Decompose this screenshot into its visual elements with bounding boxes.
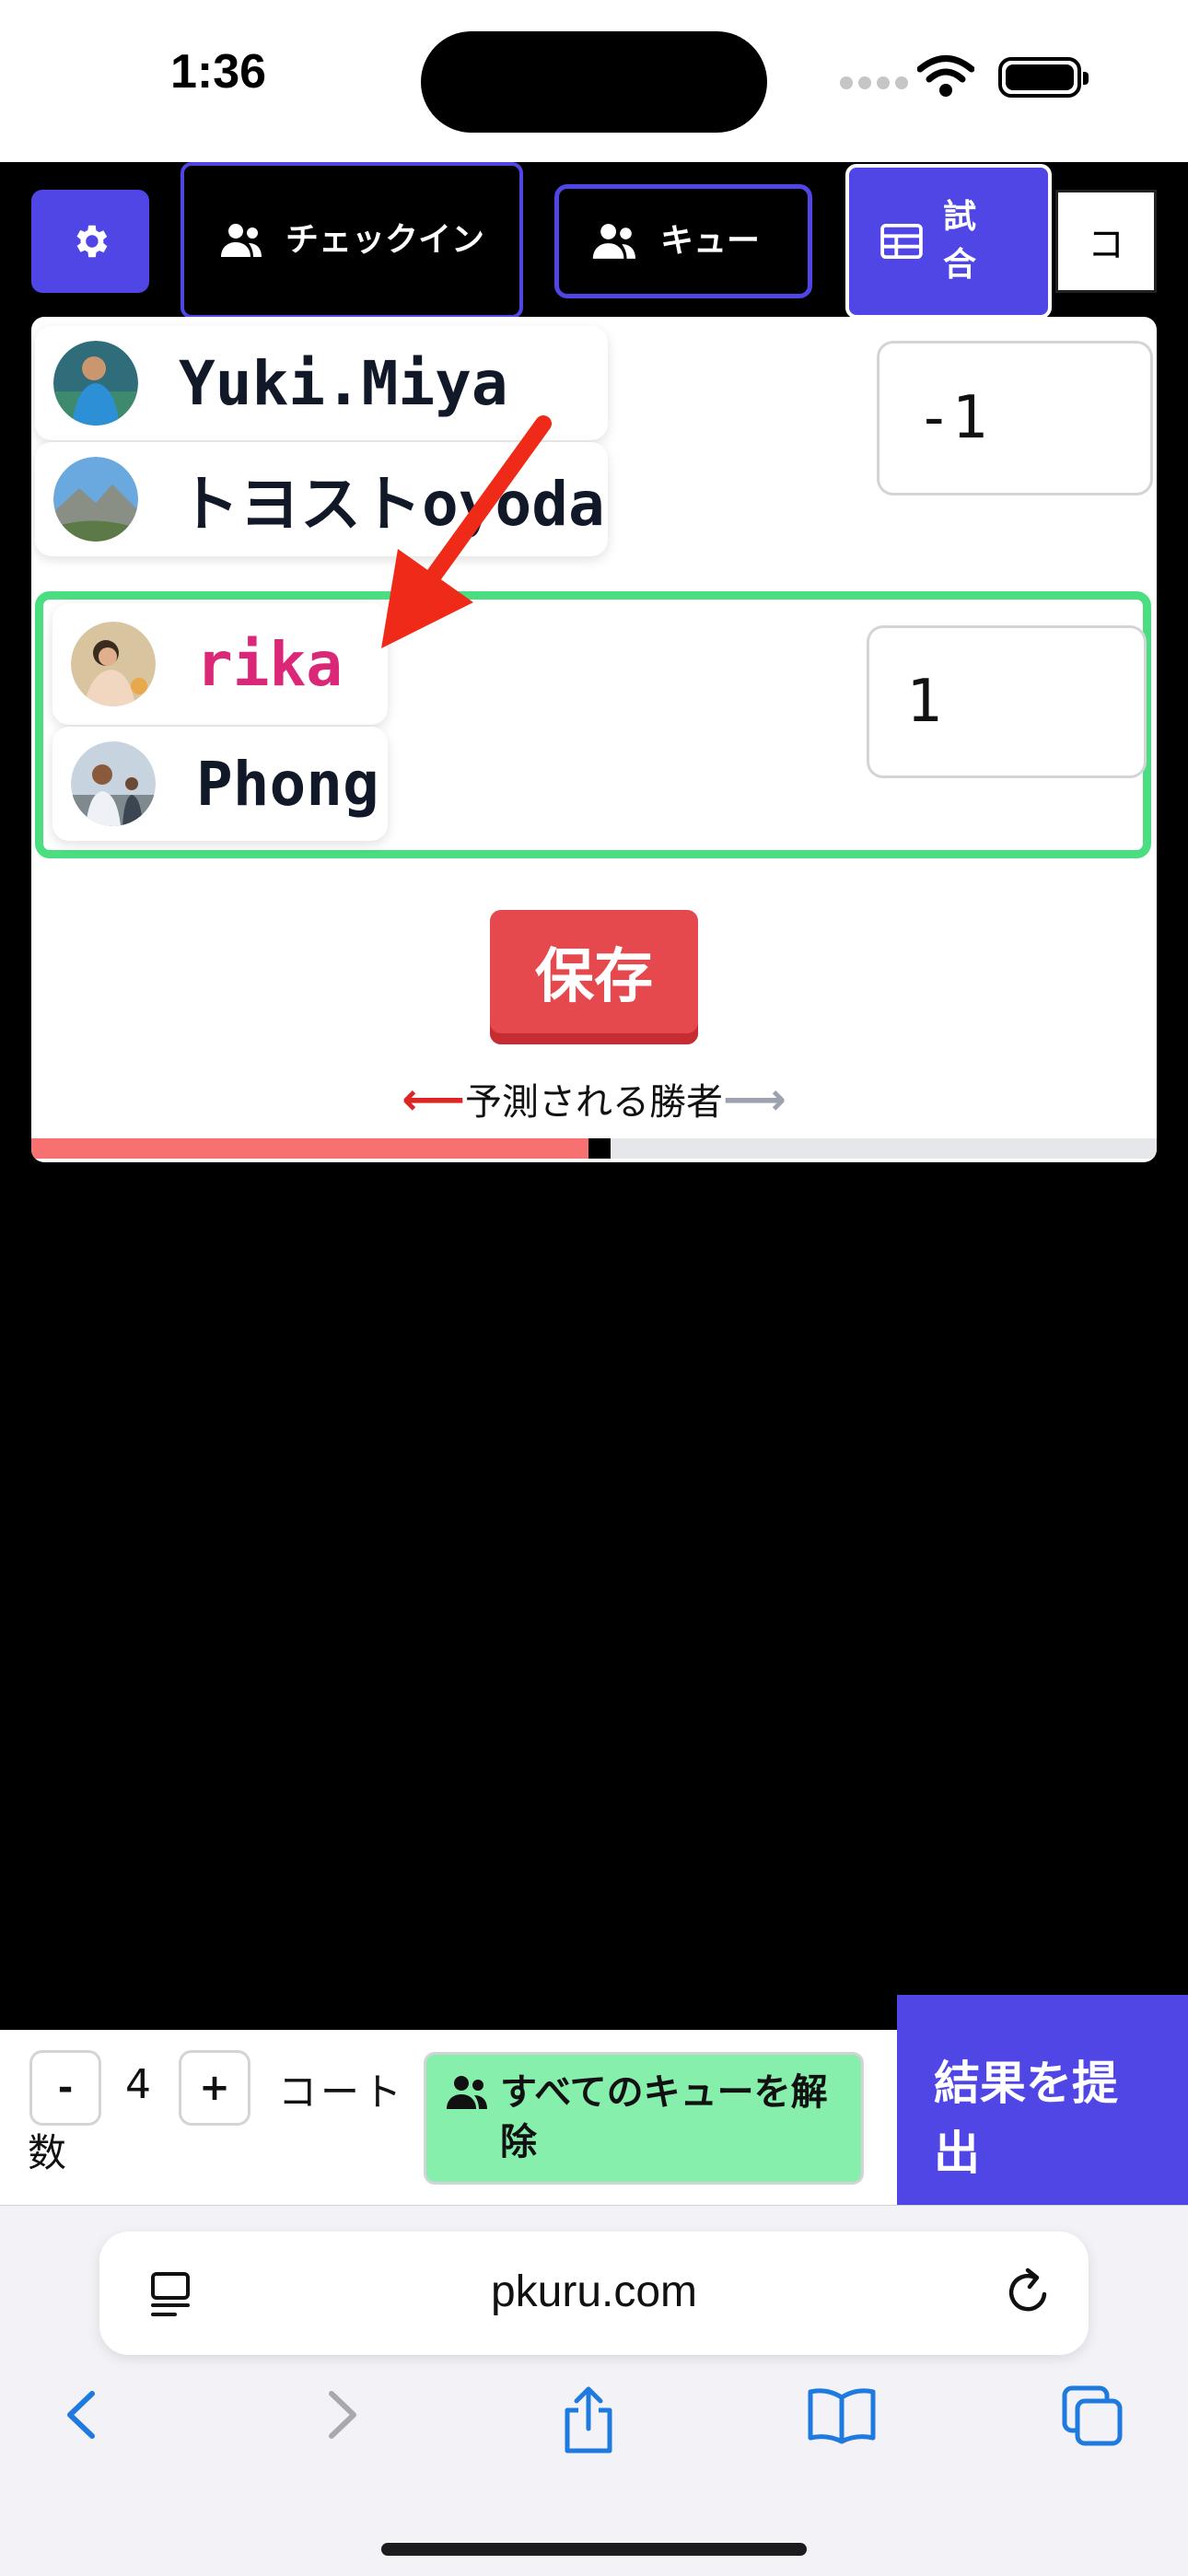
clear-all-queues-button[interactable]: すべてのキューを解除 — [424, 2052, 864, 2185]
annotation-arrow-icon — [381, 415, 552, 648]
team2-highlight: rika Phong 1 — [35, 591, 1151, 858]
predicted-winner: ⟵予測される勝者⟶ — [31, 1072, 1157, 1125]
match-card: Yuki.Miya トヨストoyoda -1 rika Phong 1 保存 ⟵… — [31, 317, 1157, 1162]
wifi-icon — [916, 53, 975, 101]
court-tab[interactable]: コ — [1055, 190, 1157, 293]
player-name: Phong — [196, 748, 379, 820]
clear-all-queues-label: すべてのキューを解除 — [500, 2071, 828, 2163]
checkin-tab[interactable]: チェックイン — [181, 162, 523, 319]
url-text: pkuru.com — [490, 2267, 698, 2316]
bookmarks-icon[interactable] — [805, 2383, 879, 2447]
checkin-label: チェックイン — [285, 221, 485, 259]
player-name: rika — [196, 628, 343, 700]
team2-score-input[interactable]: 1 — [867, 625, 1147, 778]
forward-icon[interactable] — [313, 2383, 368, 2447]
table-icon — [880, 224, 923, 259]
player-chip[interactable]: Phong — [52, 727, 388, 841]
left-arrow-icon: ⟵ — [402, 1074, 465, 1125]
queue-label: キュー — [660, 222, 761, 260]
address-bar[interactable]: pkuru.com — [99, 2232, 1089, 2355]
court-increment-button[interactable]: + — [179, 2050, 250, 2126]
home-indicator — [381, 2543, 807, 2556]
share-icon[interactable] — [556, 2383, 621, 2456]
court-count-value: 4 — [125, 2061, 151, 2108]
submit-results-button[interactable]: 結果を提出 — [897, 1995, 1188, 2205]
court-count-label-suffix: 数 — [28, 2130, 67, 2175]
save-button[interactable]: 保存 — [490, 910, 698, 1044]
player-avatar — [53, 341, 138, 425]
player-avatar — [71, 622, 156, 706]
court-count-label: コート — [278, 2069, 406, 2115]
gear-icon — [76, 225, 108, 258]
queue-tab[interactable]: キュー — [554, 184, 812, 298]
win-probability-bar — [31, 1138, 1157, 1159]
predicted-winner-label: 予測される勝者 — [465, 1081, 723, 1124]
player-avatar — [71, 741, 156, 826]
users-icon — [221, 224, 262, 257]
court-controls-bar: - 4 + コート 数 すべてのキューを解除 — [0, 2030, 897, 2205]
win-probability-fill — [31, 1138, 594, 1159]
right-arrow-icon: ⟶ — [723, 1074, 786, 1125]
status-time: 1:36 — [170, 45, 267, 99]
users-icon — [447, 2076, 487, 2109]
cellular-signal-icon — [840, 76, 914, 93]
player-chip[interactable]: rika — [52, 603, 388, 725]
match-tab[interactable]: 試合 — [845, 164, 1052, 319]
team1-score-input[interactable]: -1 — [877, 341, 1153, 495]
battery-icon — [998, 57, 1089, 98]
back-icon[interactable] — [55, 2383, 111, 2447]
settings-button[interactable] — [31, 190, 149, 293]
reload-icon[interactable] — [1002, 2267, 1054, 2318]
win-probability-marker — [588, 1138, 611, 1159]
player-avatar — [53, 457, 138, 542]
browser-toolbar: pkuru.com — [0, 2205, 1188, 2576]
tabs-icon[interactable] — [1059, 2383, 1127, 2451]
users-icon — [592, 224, 635, 259]
match-label: 試合 — [943, 198, 977, 284]
court-decrement-button[interactable]: - — [29, 2050, 101, 2126]
dynamic-island — [421, 31, 767, 133]
